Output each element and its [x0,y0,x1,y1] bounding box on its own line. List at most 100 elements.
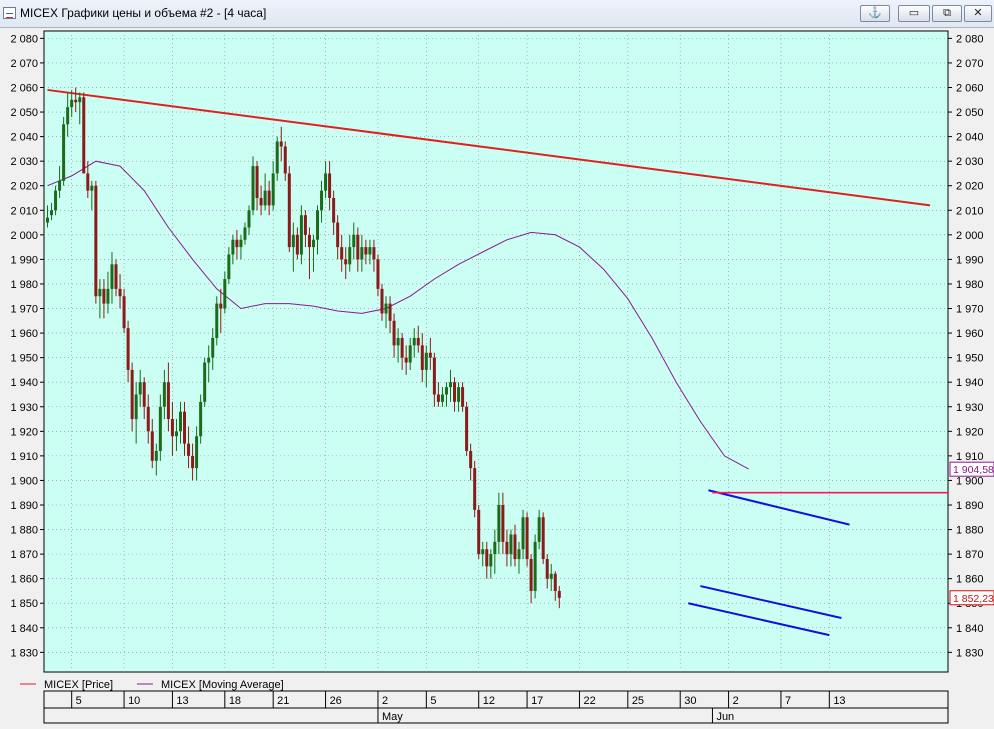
right-tick-label: 1 940 [956,377,984,389]
candle-body [78,97,82,103]
candle-body [82,97,86,174]
candle-body [50,210,54,216]
candle-body [521,517,525,550]
minimize-button[interactable]: ▭ [898,5,930,22]
candle-body [364,247,368,255]
candle[interactable] [465,401,469,456]
candle-body [376,259,380,289]
candle-body [271,173,275,206]
left-tick-label: 1 860 [10,574,38,586]
candle-body [461,387,465,407]
candle-body [183,411,187,444]
candle-body [493,541,497,555]
candle-body [453,382,457,402]
candle-body [223,279,227,309]
right-tick-label: 2 040 [956,132,984,144]
candle[interactable] [215,296,219,346]
right-tick-label: 2 060 [956,82,984,94]
day-tick-label: 2 [382,695,388,707]
left-tick-label: 2 020 [10,181,38,193]
candle-body [412,337,416,346]
left-tick-label: 1 940 [10,377,38,389]
right-tick-label: 2 030 [956,156,984,168]
candle-body [509,534,513,555]
candle[interactable] [94,180,98,304]
candle-body [348,247,352,265]
candle[interactable] [473,460,477,518]
candle[interactable] [203,357,207,407]
candle-body [247,210,251,228]
candle[interactable] [82,92,86,174]
candle-body [215,303,219,338]
candle-body [291,234,295,248]
candle-body [436,394,440,402]
candle-body [187,443,191,456]
candle-body [517,549,521,560]
left-tick-label: 1 970 [10,304,38,316]
candle[interactable] [525,512,529,567]
anchor-button[interactable]: ⚓ [860,5,890,22]
candle-body [307,234,311,248]
candle-body [328,173,332,199]
month-label: May [382,711,403,723]
candle-body [497,504,501,542]
day-tick-label: 22 [583,695,595,707]
candle-body [66,107,70,125]
candle-body [158,406,162,451]
left-tick-label: 1 960 [10,328,38,340]
candle-body [86,173,90,191]
candle-body [211,337,215,358]
candle-body [513,534,517,560]
left-tick-label: 2 010 [10,205,38,217]
candle-body [174,431,178,437]
candle-body [203,362,207,402]
candle[interactable] [199,394,203,444]
candle[interactable] [541,512,545,564]
time-axis: 5 10 13 18 21 26 2 5 12 17 22 25 30 2 7 13May Jun [43,690,949,724]
candle-body [332,198,336,223]
candle-body [166,382,170,420]
candle-body [299,215,303,255]
candle-body [62,124,66,181]
candle[interactable] [287,166,291,253]
candle-body [541,517,545,560]
right-tick-label: 2 070 [956,58,984,70]
left-tick-label: 1 900 [10,475,38,487]
left-tick-label: 1 840 [10,623,38,635]
candle-body [231,239,235,255]
candle-body [469,450,473,469]
candle-body [420,345,424,370]
right-tick-label: 1 910 [956,451,984,463]
candle-body [360,247,364,260]
candle-body [529,559,533,591]
left-tick-label: 1 880 [10,525,38,537]
candle[interactable] [62,116,66,186]
right-tick-label: 2 000 [956,230,984,242]
right-tick-label: 1 830 [956,647,984,659]
left-tick-label: 1 950 [10,353,38,365]
candle[interactable] [477,504,481,560]
candle[interactable] [533,534,537,599]
candle-body [537,517,541,542]
candle-body [46,217,49,223]
candle-body [525,517,529,560]
left-tick-label: 1 980 [10,279,38,291]
candle-body [457,387,461,402]
day-tick-label: 30 [684,695,696,707]
left-tick-label: 2 060 [10,82,38,94]
candle-body [465,406,469,451]
candle-body [340,247,344,260]
candle-body [485,549,489,567]
close-button[interactable]: ✕ [964,5,992,22]
chart-window-icon [3,7,16,19]
candle-body [134,394,138,420]
candle-body [303,215,307,235]
legend-ma-label: MICEX [Moving Average] [161,679,284,691]
right-tick-label: 1 870 [956,549,984,561]
day-tick-label: 25 [632,695,644,707]
plot-area[interactable] [43,30,949,673]
price-chart-svg[interactable]: 2 080 2 070 2 060 2 050 2 040 2 030 2 020 2 010… [0,28,994,724]
candle-body [553,573,557,591]
day-tick-label: 13 [833,695,845,707]
restore-button[interactable]: ⧉ [932,5,962,22]
